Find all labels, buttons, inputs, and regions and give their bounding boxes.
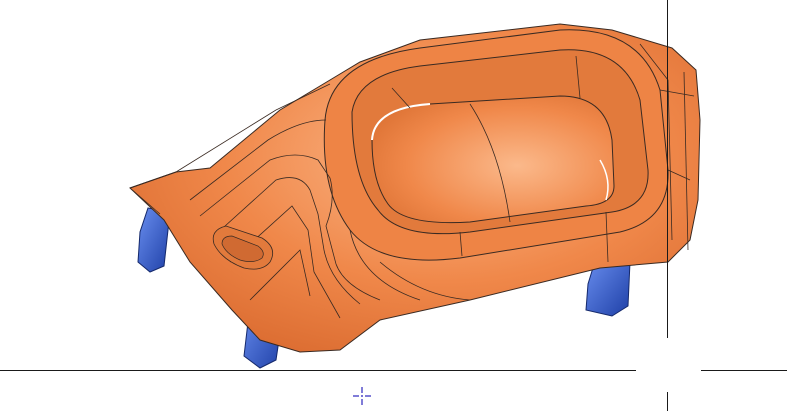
origin-crosshair-icon[interactable] bbox=[352, 386, 372, 406]
horizontal-axis-line bbox=[0, 370, 636, 371]
vertical-axis-line bbox=[667, 0, 668, 338]
cad-3d-viewport[interactable] bbox=[0, 0, 787, 411]
horizontal-axis-line-right bbox=[701, 370, 787, 371]
vertical-axis-line-lower bbox=[667, 392, 668, 411]
part-model[interactable] bbox=[0, 0, 787, 411]
